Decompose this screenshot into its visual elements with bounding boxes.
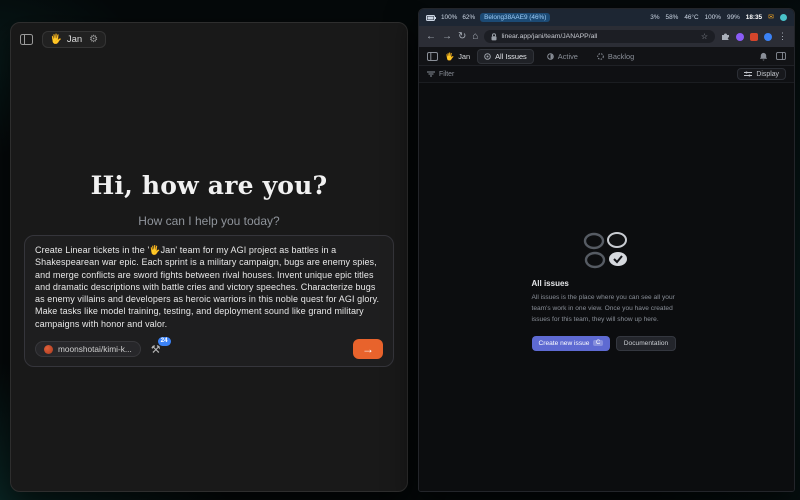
- home-button[interactable]: ⌂: [472, 32, 478, 42]
- model-provider-icon: [44, 345, 53, 354]
- gear-icon[interactable]: ⚙: [89, 34, 98, 45]
- browser-toolbar: ← → ↻ ⌂ linear.app/jani/team/JANAPP/all …: [419, 26, 794, 47]
- extension-red-icon[interactable]: [750, 33, 758, 41]
- mail-icon: ✉: [768, 14, 774, 21]
- linear-tabbar-right: [759, 52, 786, 61]
- battery-percent: 100%: [441, 14, 457, 21]
- forward-button[interactable]: →: [442, 32, 452, 42]
- tab-active[interactable]: Active: [541, 50, 584, 63]
- model-name-label: moonshotai/kimi-k...: [58, 344, 132, 354]
- extension-purple-icon[interactable]: [736, 33, 744, 41]
- stat-mem: 58%: [666, 14, 679, 21]
- backlog-status-icon: [597, 53, 604, 60]
- back-button[interactable]: ←: [426, 32, 436, 42]
- side-panel-icon[interactable]: [776, 52, 786, 60]
- notifications-bell-icon[interactable]: [759, 52, 768, 61]
- composer-toolbar: moonshotai/kimi-k... ⚒ 24 →: [35, 339, 383, 359]
- jan-team-selector[interactable]: 🖐 Jan ⚙: [42, 31, 106, 48]
- filter-label: Filter: [439, 71, 454, 78]
- jan-app-window: 🖐 Jan ⚙ Hi, how are you? How can I help …: [10, 22, 408, 492]
- active-status-icon: [547, 53, 554, 60]
- all-issues-icon: [484, 53, 491, 60]
- stat-b: 99%: [727, 14, 740, 21]
- filter-button[interactable]: Filter: [427, 71, 454, 78]
- linear-team-emoji-icon: 🖐: [445, 52, 454, 61]
- empty-state-description: All issues is the place where you can se…: [532, 293, 682, 326]
- chat-composer[interactable]: Create Linear tickets in the '🖐Jan' team…: [24, 235, 394, 367]
- all-issues-empty-state: All issues All issues is the place where…: [532, 231, 682, 351]
- jan-team-name: Jan: [67, 34, 82, 45]
- address-bar[interactable]: linear.app/jani/team/JANAPP/all ☆: [484, 30, 715, 43]
- battery-icon: [426, 15, 436, 21]
- extensions-puzzle-icon[interactable]: [721, 32, 730, 41]
- tab-active-label: Active: [558, 52, 578, 61]
- status-right-group: 3% 58% 46°C 100% 99% 18:35 ✉: [650, 14, 787, 21]
- create-new-issue-label: Create new issue: [539, 340, 590, 347]
- stat-cpu: 3%: [650, 14, 659, 21]
- desktop-wallpaper: 🖐 Jan ⚙ Hi, how are you? How can I help …: [0, 0, 800, 500]
- refresh-button[interactable]: ↻: [458, 32, 466, 42]
- shortcut-key-badge: C: [593, 340, 602, 346]
- tools-icon: ⚒: [151, 344, 161, 356]
- bookmark-star-icon[interactable]: ☆: [701, 32, 708, 41]
- display-button[interactable]: Display: [737, 68, 786, 80]
- stat-temp: 46°C: [684, 14, 698, 21]
- filter-icon: [427, 71, 435, 77]
- display-sliders-icon: [744, 71, 752, 77]
- sidebar-toggle-icon[interactable]: [20, 34, 33, 45]
- linear-filter-bar: Filter Display: [419, 66, 794, 83]
- empty-state-title: All issues: [532, 279, 682, 288]
- hand-emoji-icon: 🖐: [50, 34, 62, 45]
- system-status-bar: 100% 62% Belong38AAE9 (46%) 3% 58% 46°C …: [419, 9, 794, 26]
- charge-percent: 62%: [462, 14, 475, 21]
- browser-window: 100% 62% Belong38AAE9 (46%) 3% 58% 46°C …: [418, 8, 795, 492]
- send-button[interactable]: →: [353, 339, 383, 359]
- lock-icon: [491, 33, 497, 41]
- tab-all-issues[interactable]: All Issues: [477, 49, 534, 64]
- tools-count-badge: 24: [158, 337, 171, 346]
- browser-menu-icon[interactable]: ⋮: [778, 32, 787, 41]
- url-text: linear.app/jani/team/JANAPP/all: [501, 33, 597, 40]
- linear-tab-bar: 🖐 Jan All Issues Active Backlog: [419, 47, 794, 66]
- documentation-button[interactable]: Documentation: [616, 336, 676, 351]
- model-selector[interactable]: moonshotai/kimi-k...: [35, 341, 141, 357]
- tab-all-issues-label: All Issues: [495, 52, 527, 61]
- tools-button[interactable]: ⚒ 24: [151, 343, 161, 356]
- network-chip: Belong38AAE9 (46%): [480, 13, 550, 22]
- display-label: Display: [756, 71, 779, 78]
- linear-team-name: Jan: [458, 52, 470, 61]
- clock: 18:35: [746, 14, 762, 21]
- create-new-issue-button[interactable]: Create new issue C: [532, 336, 610, 351]
- profile-avatar[interactable]: [764, 33, 772, 41]
- send-arrow-icon: →: [362, 342, 374, 356]
- linear-sidebar-toggle-icon[interactable]: [427, 52, 438, 61]
- notification-icon: [780, 14, 787, 21]
- stat-a: 100%: [705, 14, 721, 21]
- issues-illustration: [580, 231, 634, 269]
- greeting-subtitle: How can I help you today?: [11, 214, 407, 228]
- tab-backlog[interactable]: Backlog: [591, 50, 640, 63]
- greeting-block: Hi, how are you? How can I help you toda…: [11, 171, 407, 228]
- linear-main-content: All issues All issues is the place where…: [419, 83, 794, 491]
- greeting-title: Hi, how are you?: [11, 171, 407, 200]
- tab-backlog-label: Backlog: [608, 52, 634, 61]
- prompt-input[interactable]: Create Linear tickets in the '🖐Jan' team…: [35, 244, 383, 330]
- empty-state-buttons: Create new issue C Documentation: [532, 336, 682, 351]
- linear-team-label[interactable]: 🖐 Jan: [445, 52, 470, 61]
- jan-topbar: 🖐 Jan ⚙: [11, 23, 407, 56]
